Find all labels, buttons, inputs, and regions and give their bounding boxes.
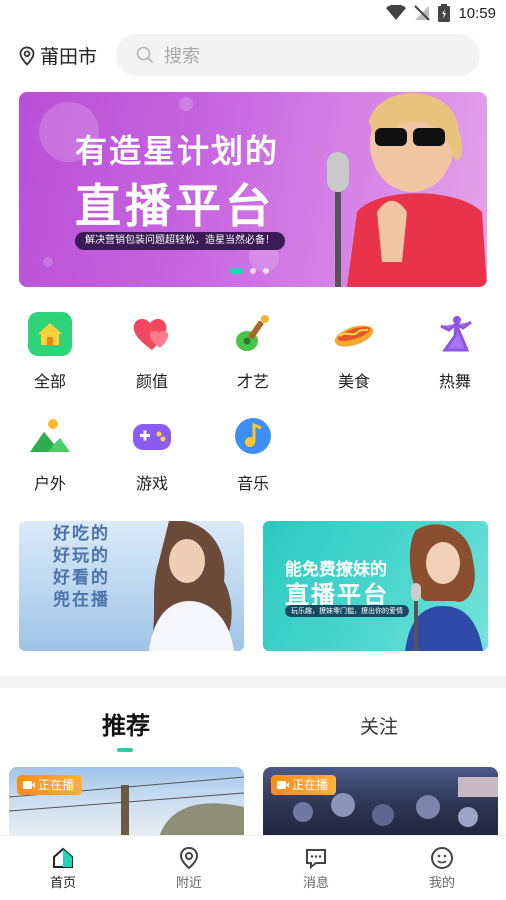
search-placeholder: 搜索 bbox=[164, 46, 200, 67]
guitar-icon bbox=[236, 315, 269, 351]
promo-line: 兜在播 bbox=[53, 590, 110, 610]
status-icons: 10:59 bbox=[386, 4, 496, 22]
banner-decoration bbox=[43, 257, 53, 267]
live-badge: 正在播 bbox=[17, 775, 83, 795]
feed-tabs: 推荐 关注 bbox=[0, 700, 506, 756]
nav-label: 我的 bbox=[428, 876, 455, 891]
category-games[interactable]: 游戏 bbox=[117, 408, 187, 494]
header: 莆田市 搜索 bbox=[0, 34, 506, 78]
category-appearance[interactable]: 颜值 bbox=[117, 306, 187, 392]
promo-line: 好吃的 bbox=[53, 524, 110, 544]
carousel-dot[interactable] bbox=[250, 268, 256, 274]
location-selector[interactable]: 莆田市 bbox=[18, 42, 97, 69]
banner-carousel[interactable]: 有造星计划的 直播平台 解决营销包装问题超轻松，造星当然必备！ bbox=[19, 92, 487, 287]
category-label: 美食 bbox=[337, 372, 370, 391]
nav-label: 附近 bbox=[175, 876, 202, 891]
home-nav-icon bbox=[53, 847, 73, 868]
banner-title: 有造星计划的 bbox=[75, 132, 280, 170]
category-label: 游戏 bbox=[135, 474, 168, 493]
category-label: 才艺 bbox=[236, 372, 269, 391]
tab-follow[interactable]: 关注 bbox=[360, 712, 398, 739]
live-badge: 正在播 bbox=[271, 775, 337, 795]
category-food[interactable]: 美食 bbox=[319, 306, 389, 392]
location-label: 莆田市 bbox=[40, 46, 98, 68]
nav-label: 首页 bbox=[49, 876, 76, 891]
category-label: 户外 bbox=[33, 474, 66, 493]
location-pin-icon bbox=[19, 46, 35, 66]
nav-messages[interactable]: 消息 bbox=[286, 846, 346, 891]
live-badge-label: 正在播 bbox=[292, 778, 329, 792]
promo-person-image bbox=[405, 524, 483, 651]
nav-home[interactable]: 首页 bbox=[33, 846, 93, 891]
tab-recommend[interactable]: 推荐 bbox=[102, 706, 150, 741]
promo-line: 好看的 bbox=[53, 568, 110, 588]
carousel-dot[interactable] bbox=[263, 268, 269, 274]
promo-line: 好玩的 bbox=[53, 546, 110, 566]
dancer-icon bbox=[440, 316, 472, 352]
promo-left-text: 好吃的 好玩的 好看的 兜在播 bbox=[53, 523, 110, 611]
banner-headline: 直播平台 bbox=[75, 179, 275, 233]
promo-card-right[interactable]: 能免费撩妹的 直播平台 玩乐趣，撩妹零门槛，撩出你的爱情 bbox=[263, 521, 488, 651]
status-bar: 10:59 bbox=[0, 0, 506, 28]
heart-icon bbox=[133, 319, 169, 350]
search-icon bbox=[136, 46, 154, 64]
category-label: 颜值 bbox=[135, 372, 168, 391]
tab-active-indicator bbox=[117, 748, 133, 752]
category-all[interactable]: 全部 bbox=[15, 306, 85, 392]
carousel-dot[interactable] bbox=[229, 268, 243, 274]
search-bar[interactable]: 搜索 bbox=[116, 34, 480, 76]
carousel-dots bbox=[229, 268, 269, 274]
category-label: 音乐 bbox=[236, 474, 269, 493]
category-music[interactable]: 音乐 bbox=[218, 408, 288, 494]
nav-label: 消息 bbox=[302, 876, 329, 891]
banner-subtitle: 解决营销包装问题超轻松，造星当然必备！ bbox=[75, 232, 285, 250]
live-card[interactable]: 正在播 bbox=[9, 767, 244, 837]
battery-icon bbox=[438, 4, 451, 22]
hotdog-icon bbox=[334, 325, 374, 347]
promo-right-subtitle: 玩乐趣，撩妹零门槛，撩出你的爱情 bbox=[285, 605, 409, 617]
bottom-navigation: 首页 附近 消息 我的 bbox=[0, 835, 506, 900]
promo-card-left[interactable]: 好吃的 好玩的 好看的 兜在播 bbox=[19, 521, 244, 651]
live-video-icon bbox=[23, 781, 35, 789]
section-divider bbox=[0, 676, 506, 688]
banner-decoration bbox=[179, 97, 193, 111]
music-note-icon bbox=[235, 418, 271, 454]
category-outdoor[interactable]: 户外 bbox=[15, 408, 85, 494]
live-video-icon bbox=[277, 781, 289, 789]
banner-person-image bbox=[327, 93, 487, 287]
no-signal-icon bbox=[414, 5, 431, 21]
mountain-icon bbox=[30, 419, 70, 452]
promo-person-image bbox=[149, 521, 234, 651]
gamepad-icon bbox=[133, 424, 171, 450]
home-icon bbox=[28, 312, 72, 356]
category-label: 热舞 bbox=[438, 372, 471, 391]
live-card[interactable]: 正在播 bbox=[263, 767, 498, 837]
status-time: 10:59 bbox=[458, 4, 496, 22]
message-nav-icon bbox=[306, 849, 326, 870]
profile-nav-icon bbox=[431, 847, 453, 869]
nav-profile[interactable]: 我的 bbox=[412, 846, 472, 891]
live-badge-label: 正在播 bbox=[38, 778, 75, 792]
location-nav-icon bbox=[179, 846, 199, 870]
nav-nearby[interactable]: 附近 bbox=[159, 846, 219, 891]
category-dance[interactable]: 热舞 bbox=[420, 306, 490, 392]
wifi-icon bbox=[386, 5, 407, 20]
category-label: 全部 bbox=[33, 372, 66, 391]
category-talent[interactable]: 才艺 bbox=[218, 306, 288, 392]
